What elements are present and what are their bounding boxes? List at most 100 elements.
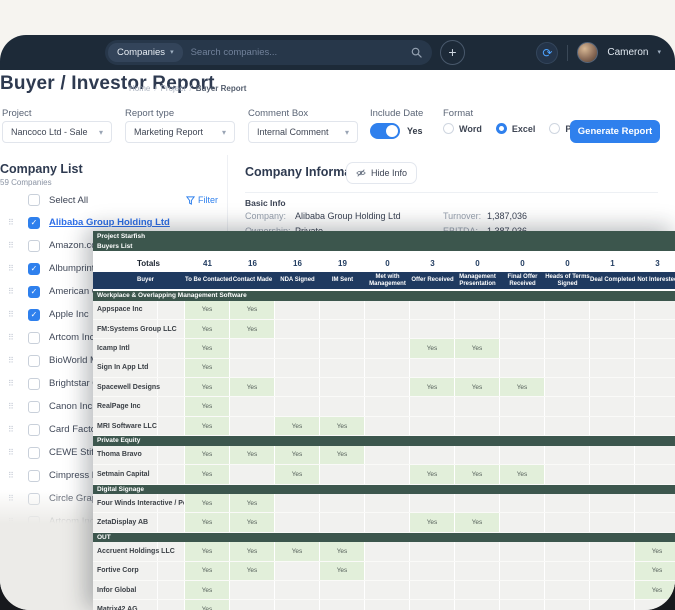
- company-checkbox[interactable]: [28, 424, 40, 436]
- status-cell[interactable]: Yes: [230, 513, 275, 531]
- drag-handle-icon[interactable]: ⠿: [8, 448, 13, 457]
- status-cell[interactable]: [410, 301, 455, 319]
- status-cell[interactable]: [410, 359, 455, 377]
- drag-handle-icon[interactable]: ⠿: [8, 310, 13, 319]
- status-cell[interactable]: [635, 446, 675, 464]
- status-cell[interactable]: [545, 359, 590, 377]
- status-cell[interactable]: [275, 600, 320, 610]
- company-checkbox[interactable]: [28, 470, 40, 482]
- status-cell[interactable]: [455, 581, 500, 599]
- status-cell[interactable]: [500, 320, 545, 338]
- status-cell[interactable]: [590, 417, 635, 435]
- status-cell[interactable]: [320, 465, 365, 483]
- status-cell[interactable]: [455, 562, 500, 580]
- report-type-select[interactable]: Marketing Report ▾: [125, 121, 235, 143]
- status-cell[interactable]: [365, 562, 410, 580]
- status-cell[interactable]: [545, 465, 590, 483]
- status-cell[interactable]: [500, 542, 545, 560]
- status-cell[interactable]: [545, 513, 590, 531]
- status-cell[interactable]: [275, 359, 320, 377]
- drag-handle-icon[interactable]: ⠿: [8, 218, 13, 227]
- status-cell[interactable]: [590, 513, 635, 531]
- status-cell[interactable]: Yes: [635, 542, 675, 560]
- table-row[interactable]: Sign In App LtdYes: [93, 359, 675, 378]
- status-cell[interactable]: [500, 446, 545, 464]
- status-cell[interactable]: [455, 417, 500, 435]
- status-cell[interactable]: Yes: [410, 513, 455, 531]
- status-cell[interactable]: [275, 494, 320, 512]
- status-cell[interactable]: [365, 320, 410, 338]
- status-cell[interactable]: [455, 301, 500, 319]
- status-cell[interactable]: [365, 465, 410, 483]
- status-cell[interactable]: [230, 397, 275, 415]
- status-cell[interactable]: [365, 494, 410, 512]
- status-cell[interactable]: Yes: [185, 494, 230, 512]
- status-cell[interactable]: [410, 417, 455, 435]
- status-cell[interactable]: [365, 581, 410, 599]
- status-cell[interactable]: [500, 359, 545, 377]
- status-cell[interactable]: Yes: [320, 417, 365, 435]
- status-cell[interactable]: [365, 378, 410, 396]
- status-cell[interactable]: [635, 465, 675, 483]
- status-cell[interactable]: [455, 397, 500, 415]
- status-cell[interactable]: [320, 339, 365, 357]
- hide-info-button[interactable]: Hide Info: [346, 162, 417, 184]
- status-cell[interactable]: [320, 581, 365, 599]
- status-cell[interactable]: [320, 320, 365, 338]
- company-checkbox[interactable]: [28, 240, 40, 252]
- status-cell[interactable]: Yes: [230, 562, 275, 580]
- drag-handle-icon[interactable]: ⠿: [8, 379, 13, 388]
- company-checkbox[interactable]: [28, 401, 40, 413]
- status-cell[interactable]: [455, 542, 500, 560]
- status-cell[interactable]: [455, 494, 500, 512]
- status-cell[interactable]: [275, 562, 320, 580]
- status-cell[interactable]: [410, 446, 455, 464]
- companies-dropdown[interactable]: Companies ▾: [108, 43, 183, 62]
- select-all-checkbox[interactable]: [28, 194, 40, 206]
- status-cell[interactable]: Yes: [230, 446, 275, 464]
- status-cell[interactable]: [500, 600, 545, 610]
- status-cell[interactable]: Yes: [185, 320, 230, 338]
- drag-handle-icon[interactable]: ⠿: [8, 425, 13, 434]
- status-cell[interactable]: Yes: [410, 339, 455, 357]
- status-cell[interactable]: Yes: [320, 446, 365, 464]
- status-cell[interactable]: Yes: [275, 542, 320, 560]
- status-cell[interactable]: [635, 378, 675, 396]
- status-cell[interactable]: [230, 465, 275, 483]
- table-row[interactable]: Infor GlobalYesYes: [93, 581, 675, 600]
- drag-handle-icon[interactable]: ⠿: [8, 241, 13, 250]
- status-cell[interactable]: [635, 320, 675, 338]
- status-cell[interactable]: [500, 397, 545, 415]
- status-cell[interactable]: [545, 378, 590, 396]
- status-cell[interactable]: [320, 397, 365, 415]
- status-cell[interactable]: Yes: [500, 378, 545, 396]
- status-cell[interactable]: [320, 378, 365, 396]
- user-name[interactable]: Cameron: [607, 47, 648, 58]
- status-cell[interactable]: [545, 494, 590, 512]
- status-cell[interactable]: [635, 600, 675, 610]
- status-cell[interactable]: [590, 562, 635, 580]
- status-cell[interactable]: [545, 417, 590, 435]
- status-cell[interactable]: Yes: [320, 542, 365, 560]
- table-row[interactable]: Four Winds Interactive / PoppuloYesYes: [93, 494, 675, 513]
- drag-handle-icon[interactable]: ⠿: [8, 402, 13, 411]
- status-cell[interactable]: Yes: [185, 581, 230, 599]
- drag-handle-icon[interactable]: ⠿: [8, 356, 13, 365]
- status-cell[interactable]: [410, 600, 455, 610]
- status-cell[interactable]: [635, 301, 675, 319]
- status-cell[interactable]: [365, 417, 410, 435]
- status-cell[interactable]: Yes: [410, 378, 455, 396]
- status-cell[interactable]: Yes: [185, 600, 230, 610]
- status-cell[interactable]: Yes: [230, 320, 275, 338]
- radio-icon[interactable]: [443, 123, 454, 134]
- status-cell[interactable]: Yes: [410, 465, 455, 483]
- status-cell[interactable]: Yes: [230, 378, 275, 396]
- status-cell[interactable]: Yes: [230, 542, 275, 560]
- status-cell[interactable]: [455, 320, 500, 338]
- status-cell[interactable]: [320, 600, 365, 610]
- status-cell[interactable]: [365, 339, 410, 357]
- status-cell[interactable]: [365, 397, 410, 415]
- drag-handle-icon[interactable]: ⠿: [8, 287, 13, 296]
- status-cell[interactable]: Yes: [455, 513, 500, 531]
- company-checkbox[interactable]: [28, 447, 40, 459]
